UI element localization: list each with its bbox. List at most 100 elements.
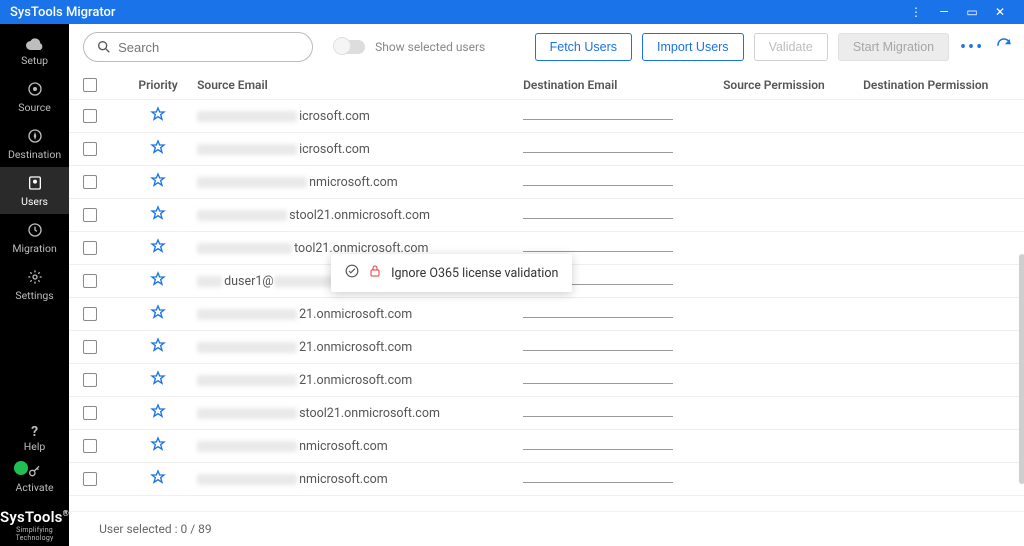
sidebar-item-label: Settings — [15, 289, 53, 302]
cloud-icon — [26, 38, 44, 50]
table-row[interactable]: xicrosoft.com — [69, 133, 1024, 166]
source-email-cell: xnmicrosoft.com — [193, 175, 523, 190]
sidebar-item-label: Activate — [16, 481, 54, 494]
dest-email-cell[interactable] — [523, 113, 723, 120]
sidebar-item-destination[interactable]: Destination — [0, 120, 69, 167]
priority-star-icon[interactable] — [150, 309, 166, 324]
dest-email-cell[interactable] — [523, 311, 723, 318]
sidebar-item-migration[interactable]: Migration — [0, 214, 69, 261]
sidebar-item-source[interactable]: Source — [0, 73, 69, 120]
table-row[interactable]: xstool21.onmicrosoft.com — [69, 397, 1024, 430]
row-checkbox[interactable] — [83, 307, 97, 321]
priority-star-icon[interactable] — [150, 342, 166, 357]
col-priority[interactable]: Priority — [123, 78, 193, 92]
row-checkbox[interactable] — [83, 142, 97, 156]
row-checkbox[interactable] — [83, 340, 97, 354]
row-checkbox[interactable] — [83, 406, 97, 420]
source-email-cell: x21.onmicrosoft.com — [193, 373, 523, 388]
gear-icon — [27, 269, 43, 285]
priority-star-icon[interactable] — [150, 474, 166, 489]
sidebar-item-label: Help — [24, 440, 46, 453]
dest-email-cell[interactable] — [523, 377, 723, 384]
dest-email-cell[interactable] — [523, 344, 723, 351]
sidebar-item-label: Setup — [21, 54, 48, 67]
priority-star-icon[interactable] — [150, 441, 166, 456]
more-menu-button[interactable]: ••• — [959, 37, 985, 58]
status-dot-icon — [14, 461, 28, 475]
sidebar-item-setup[interactable]: Setup — [0, 30, 69, 73]
validate-button: Validate — [754, 33, 828, 61]
row-checkbox[interactable] — [83, 439, 97, 453]
priority-star-icon[interactable] — [150, 177, 166, 192]
priority-star-icon[interactable] — [150, 144, 166, 159]
context-tooltip[interactable]: Ignore O365 license validation — [331, 254, 572, 292]
row-checkbox[interactable] — [83, 373, 97, 387]
brand-block: SysTools® Simplifying Technology — [0, 502, 69, 546]
dest-email-cell[interactable] — [523, 212, 723, 219]
table-row[interactable]: x21.onmicrosoft.com — [69, 364, 1024, 397]
dest-email-cell[interactable] — [523, 245, 723, 252]
table-row[interactable]: xnmicrosoft.com — [69, 430, 1024, 463]
show-selected-toggle[interactable] — [335, 40, 365, 54]
start-migration-button: Start Migration — [838, 33, 949, 61]
table-header: Priority Source Email Destination Email … — [69, 70, 1024, 100]
refresh-icon — [995, 36, 1013, 54]
col-source-permission[interactable]: Source Permission — [723, 78, 863, 92]
search-input[interactable] — [118, 40, 300, 55]
col-source-email[interactable]: Source Email — [193, 78, 523, 92]
sidebar-item-label: Users — [21, 195, 48, 208]
sidebar-item-label: Migration — [12, 242, 56, 255]
import-users-button[interactable]: Import Users — [642, 33, 744, 61]
dest-email-cell[interactable] — [523, 179, 723, 186]
dest-email-cell[interactable] — [523, 443, 723, 450]
maximize-button[interactable]: ▭ — [958, 5, 986, 19]
key-icon — [27, 463, 43, 479]
sidebar-item-activate[interactable]: Activate — [0, 459, 69, 502]
scrollbar-thumb[interactable] — [1019, 254, 1024, 484]
table-row[interactable]: xicrosoft.com — [69, 100, 1024, 133]
search-icon — [96, 39, 112, 55]
clock-icon — [27, 222, 43, 238]
priority-star-icon[interactable] — [150, 276, 166, 291]
sidebar-item-users[interactable]: Users — [0, 167, 69, 214]
title-bar: SysTools Migrator ⋮ — ▭ ✕ — [0, 0, 1024, 24]
priority-star-icon[interactable] — [150, 210, 166, 225]
priority-star-icon[interactable] — [150, 243, 166, 258]
source-email-cell: xicrosoft.com — [193, 109, 523, 124]
compass-icon — [27, 128, 43, 144]
selected-count-label: User selected : 0 / 89 — [99, 522, 212, 536]
row-checkbox[interactable] — [83, 472, 97, 486]
row-checkbox[interactable] — [83, 274, 97, 288]
dest-email-cell[interactable] — [523, 146, 723, 153]
table-row[interactable]: xnmicrosoft.com — [69, 463, 1024, 496]
select-all-checkbox[interactable] — [83, 78, 97, 92]
table-row[interactable]: x21.onmicrosoft.com — [69, 298, 1024, 331]
row-checkbox[interactable] — [83, 241, 97, 255]
table-row[interactable]: xstool21.onmicrosoft.com — [69, 199, 1024, 232]
more-vertical-icon[interactable]: ⋮ — [902, 5, 930, 19]
toolbar: Show selected users Fetch Users Import U… — [69, 24, 1024, 70]
source-email-cell: x21.onmicrosoft.com — [193, 340, 523, 355]
priority-star-icon[interactable] — [150, 408, 166, 423]
refresh-button[interactable] — [995, 36, 1013, 58]
table-row[interactable]: x21.onmicrosoft.com — [69, 331, 1024, 364]
brand-name: SysTools — [0, 508, 63, 526]
row-checkbox[interactable] — [83, 175, 97, 189]
sidebar-item-help[interactable]: ? Help — [0, 416, 69, 459]
close-button[interactable]: ✕ — [986, 5, 1014, 19]
dest-email-cell[interactable] — [523, 410, 723, 417]
main-panel: Show selected users Fetch Users Import U… — [69, 24, 1024, 546]
col-dest-email[interactable]: Destination Email — [523, 78, 723, 92]
source-email-cell: xicrosoft.com — [193, 142, 523, 157]
table-row[interactable]: xnmicrosoft.com — [69, 166, 1024, 199]
dest-email-cell[interactable] — [523, 476, 723, 483]
footer: User selected : 0 / 89 — [69, 511, 1024, 546]
priority-star-icon[interactable] — [150, 111, 166, 126]
sidebar-item-settings[interactable]: Settings — [0, 261, 69, 308]
minimize-button[interactable]: — — [930, 5, 958, 19]
col-dest-permission[interactable]: Destination Permission — [863, 78, 1013, 92]
priority-star-icon[interactable] — [150, 375, 166, 390]
row-checkbox[interactable] — [83, 109, 97, 123]
fetch-users-button[interactable]: Fetch Users — [535, 33, 632, 61]
row-checkbox[interactable] — [83, 208, 97, 222]
